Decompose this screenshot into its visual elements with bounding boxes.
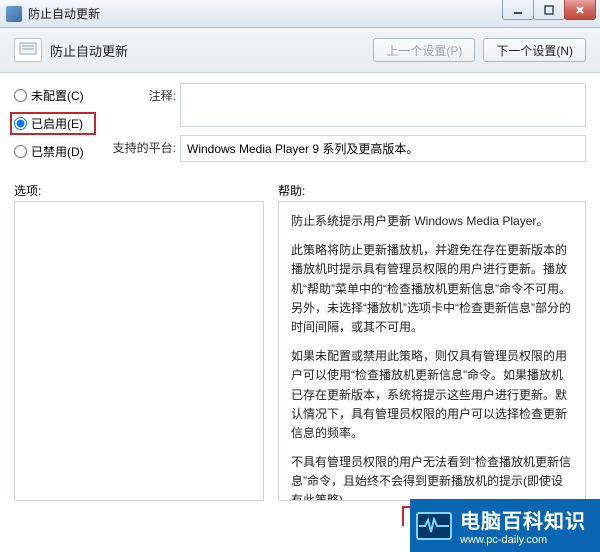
radio-not-configured-label: 未配置(C) <box>31 87 84 104</box>
minimize-icon <box>512 4 524 16</box>
window-title: 防止自动更新 <box>28 5 100 22</box>
radio-not-configured-input[interactable] <box>14 89 27 102</box>
help-paragraph: 防止系统提示用户更新 Windows Media Player。 <box>291 212 573 231</box>
radio-not-configured[interactable]: 未配置(C) <box>14 87 96 104</box>
watermark-main: 电脑百科知识 <box>460 511 586 533</box>
help-pane[interactable]: 防止系统提示用户更新 Windows Media Player。 此策略将防止更… <box>278 201 586 501</box>
help-label: 帮助: <box>278 182 305 199</box>
radio-enabled[interactable]: 已启用(E) <box>14 115 92 132</box>
minimize-button[interactable] <box>502 0 534 20</box>
help-paragraph: 此策略将防止更新播放机，并避免在存在更新版本的播放机时提示具有管理员权限的用户进… <box>291 241 573 337</box>
document-icon <box>19 42 37 58</box>
options-pane <box>14 201 264 501</box>
platform-row: 支持的平台: Windows Media Player 9 系列及更高版本。 <box>110 135 586 162</box>
close-button[interactable] <box>564 0 596 20</box>
help-paragraph: 不具有管理员权限的用户无法看到“检查播放机更新信息”命令，且始终不会得到更新播放… <box>291 453 573 501</box>
radio-disabled-label: 已禁用(D) <box>31 143 84 160</box>
header-buttons: 上一个设置(P) 下一个设置(N) <box>373 38 586 62</box>
maximize-button[interactable] <box>533 0 565 20</box>
radio-enabled-label: 已启用(E) <box>31 115 83 132</box>
options-label: 选项: <box>14 182 264 199</box>
state-radios: 未配置(C) 已启用(E) 已禁用(D) <box>14 83 96 170</box>
policy-title: 防止自动更新 <box>50 41 128 60</box>
heartbeat-icon <box>419 517 449 535</box>
platform-label: 支持的平台: <box>110 135 180 162</box>
prev-setting-button[interactable]: 上一个设置(P) <box>373 38 475 62</box>
close-icon <box>574 4 586 16</box>
next-setting-button[interactable]: 下一个设置(N) <box>483 38 586 62</box>
radio-disabled-input[interactable] <box>14 145 27 158</box>
radio-enabled-input[interactable] <box>14 117 27 130</box>
platform-value: Windows Media Player 9 系列及更高版本。 <box>180 135 586 162</box>
highlight-enabled: 已启用(E) <box>10 112 96 135</box>
window-titlebar: 防止自动更新 <box>0 0 600 28</box>
watermark-text: 电脑百科知识 www.pc-daily.com <box>460 505 586 546</box>
policy-header: 防止自动更新 上一个设置(P) 下一个设置(N) <box>0 28 600 73</box>
lower-panes: 防止系统提示用户更新 Windows Media Player。 此策略将防止更… <box>0 201 600 509</box>
app-icon <box>6 6 22 22</box>
help-paragraph: 如果未配置或禁用此策略，则仅具有管理员权限的用户可以使用“检查播放机更新信息”命… <box>291 347 573 443</box>
window-controls <box>503 0 596 20</box>
watermark-sub: www.pc-daily.com <box>460 534 586 546</box>
form-area: 注释: 支持的平台: Windows Media Player 9 系列及更高版… <box>110 83 586 170</box>
maximize-icon <box>543 4 555 16</box>
radio-disabled[interactable]: 已禁用(D) <box>14 143 96 160</box>
comment-input[interactable] <box>180 83 586 127</box>
content-area: 未配置(C) 已启用(E) 已禁用(D) 注释: 支持的平台: Windows … <box>0 73 600 176</box>
lower-labels: 选项: 帮助: <box>0 176 600 201</box>
header-left: 防止自动更新 <box>14 38 128 62</box>
pulse-icon <box>416 512 452 540</box>
comment-label: 注释: <box>110 83 180 127</box>
watermark: 电脑百科知识 www.pc-daily.com <box>410 499 600 552</box>
comment-row: 注释: <box>110 83 586 127</box>
policy-icon <box>14 38 42 62</box>
